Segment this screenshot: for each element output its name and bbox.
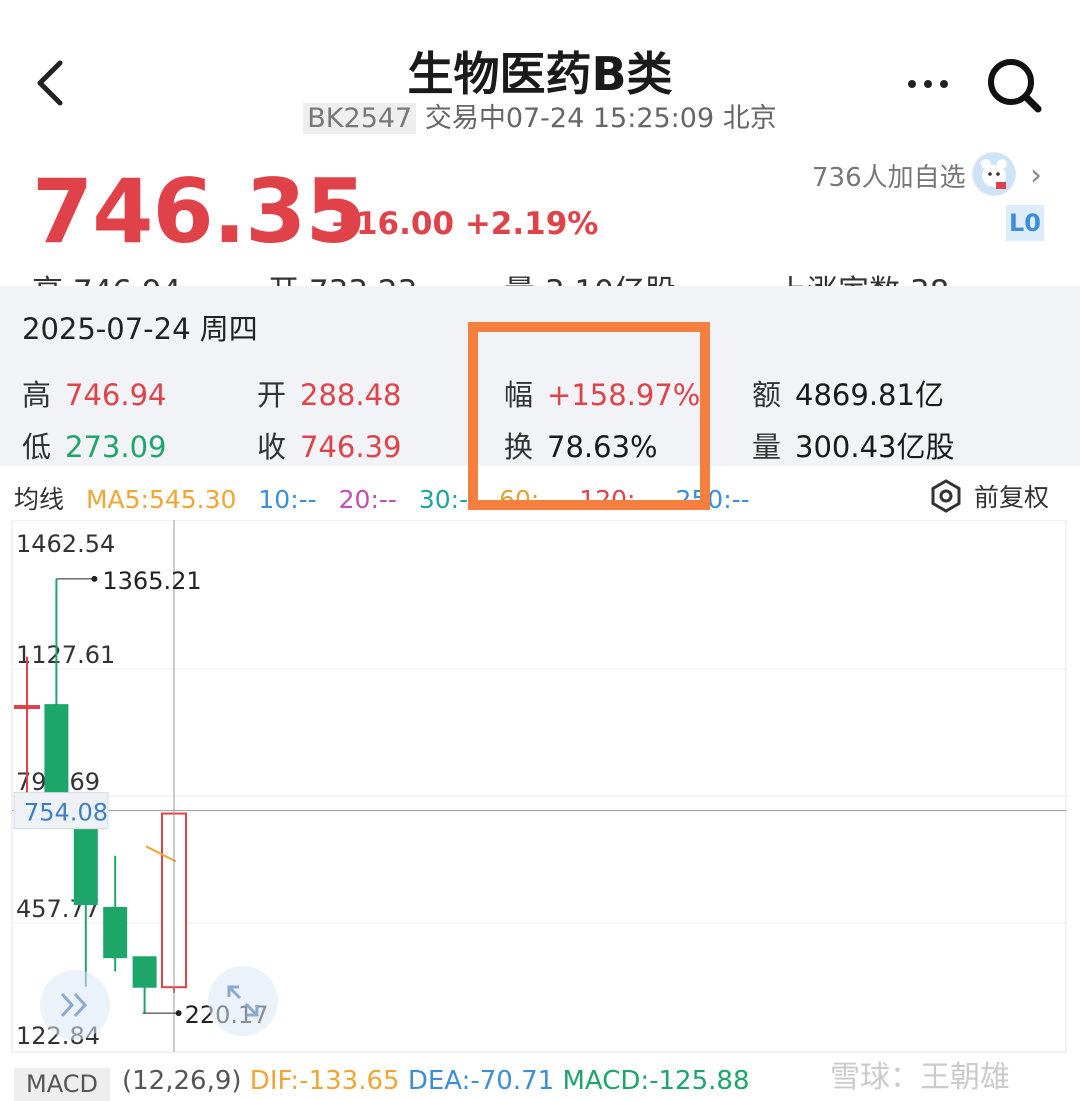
summary-open: 开 733.23 (268, 266, 417, 288)
max-marker-dot (91, 575, 98, 582)
detail-date: 2025-07-24 周四 (22, 312, 258, 346)
candle-body (14, 705, 40, 710)
candle-body (132, 956, 157, 988)
detail-low-value: 273.09 (65, 430, 167, 464)
detail-open-label: 开 (257, 378, 287, 412)
summary-rising: 上涨家数 38 (776, 266, 949, 288)
ma20-value: 20:-- (338, 485, 397, 514)
detail-volume-label: 量 (752, 430, 782, 464)
macd-dif: DIF:-133.65 (249, 1066, 400, 1096)
mascot-avatar[interactable] (972, 152, 1016, 196)
detail-amount-label: 额 (752, 378, 782, 412)
fullscreen-button[interactable] (208, 966, 278, 1036)
bear-mascot-icon (973, 153, 1015, 195)
ma10-value: 10:-- (258, 485, 317, 514)
more-button[interactable] (902, 60, 954, 108)
adjust-mode-label: 前复权 (974, 483, 1050, 512)
highlight-annotation-box (468, 322, 710, 510)
summary-row: 高 746.94 开 733.23 量 3.10亿股 上涨家数 38 (0, 262, 1080, 288)
macd-values: (12,26,9) DIF:-133.65 DEA:-70.71 MACD:-1… (122, 1066, 750, 1096)
settings-hexagon-icon (931, 479, 961, 513)
candle-body (103, 906, 128, 959)
detail-close-value: 746.39 (300, 430, 402, 464)
detail-high-value: 746.94 (65, 378, 167, 412)
fullscreen-arrows-icon (227, 985, 259, 1017)
more-dot-icon (940, 80, 948, 88)
current-price: 746.35 (32, 160, 367, 263)
search-icon (988, 59, 1042, 113)
watermark: 雪球：王朝雄 (830, 1060, 1010, 1095)
detail-volume-value: 300.43亿股 (795, 430, 955, 464)
index-code: BK2547 (303, 103, 417, 134)
detail-open: 开 288.48 (257, 372, 402, 414)
detail-close-label: 收 (257, 430, 287, 464)
detail-volume: 量 300.43亿股 (752, 424, 955, 466)
double-chevron-right-icon (60, 992, 88, 1018)
price-change: +16.00 +2.19% (330, 206, 599, 242)
search-button[interactable] (984, 55, 1046, 117)
more-dot-icon (908, 80, 916, 88)
y-tick-label: 1462.54 (16, 530, 115, 558)
macd-indicator-tab[interactable]: MACD (14, 1068, 110, 1101)
detail-high-label: 高 (22, 378, 52, 412)
followers-count[interactable]: 736人加自选 (812, 157, 966, 194)
adjust-mode-button[interactable]: 前复权 (928, 478, 1049, 514)
detail-amount-value: 4869.81亿 (795, 378, 944, 412)
crosshair-value-label: 754.08 (24, 799, 108, 827)
level-badge[interactable]: L0 (1006, 205, 1044, 241)
summary-high: 高 746.94 (32, 266, 181, 288)
macd-dea: DEA:-70.71 (407, 1066, 555, 1096)
min-marker-dot (175, 1010, 182, 1017)
max-price-label: 1365.21 (102, 567, 201, 595)
summary-volume: 量 3.10亿股 (504, 266, 676, 288)
macd-value: MACD:-125.88 (562, 1066, 750, 1096)
ma-label: 均线 (14, 485, 65, 514)
detail-close: 收 746.39 (257, 424, 402, 466)
more-dot-icon (924, 80, 932, 88)
expand-button[interactable] (40, 970, 110, 1040)
ma5-value: MA5:545.30 (85, 485, 237, 514)
detail-low: 低 273.09 (22, 424, 167, 466)
macd-params: (12,26,9) (122, 1066, 242, 1096)
candle-body (44, 704, 69, 796)
detail-amount: 额 4869.81亿 (752, 372, 944, 414)
y-tick-label: 1127.61 (16, 641, 115, 669)
detail-open-value: 288.48 (300, 378, 402, 412)
trading-status: 交易中07-24 15:25:09 北京 (424, 103, 777, 134)
kline-chart[interactable]: 1462.541127.61792.69457.77122.84 1365.21… (0, 520, 1080, 1060)
chevron-right-icon[interactable]: › (1030, 158, 1042, 193)
detail-low-label: 低 (22, 430, 52, 464)
detail-high: 高 746.94 (22, 372, 167, 414)
